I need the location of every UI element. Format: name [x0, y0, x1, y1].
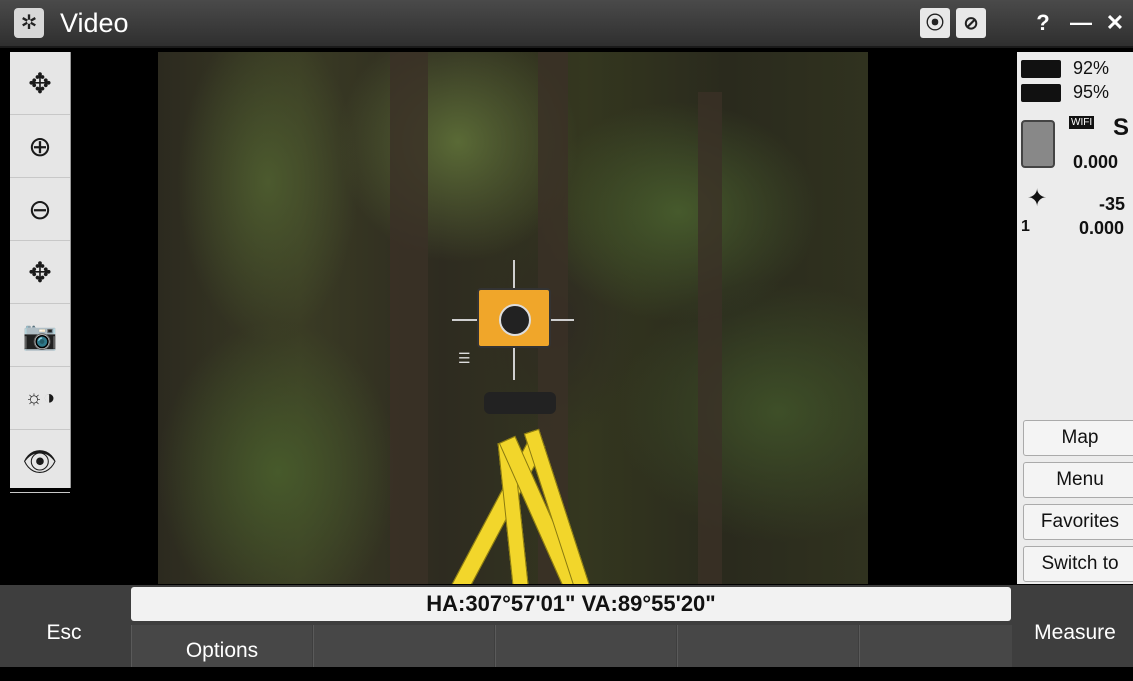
target-offset: -35: [1099, 194, 1126, 214]
options-button[interactable]: Options: [131, 625, 312, 667]
close-button[interactable]: ✕: [1100, 8, 1130, 38]
instrument-value: 0.000: [1073, 152, 1119, 172]
battery-icon: [1021, 84, 1061, 103]
target-value: 0.000: [1079, 218, 1125, 238]
instrument-icon[interactable]: [1021, 120, 1055, 168]
wifi-badge: WIFI: [1069, 116, 1095, 129]
brightness-contrast-icon[interactable]: ☼◑: [10, 367, 70, 430]
pan-icon[interactable]: ✥: [10, 241, 70, 304]
target-marker-icon: ☰: [458, 350, 471, 366]
status-panel: 92% 95% WIFI S 0.000 ✦ -35 1 0.000 Map M…: [1017, 52, 1133, 584]
favorites-button[interactable]: Favorites: [1023, 504, 1133, 540]
zoom-out-icon[interactable]: ⊖: [10, 178, 70, 241]
help-button[interactable]: ?: [1028, 8, 1058, 38]
battery-icon: [1021, 60, 1061, 79]
target-lock-icon[interactable]: ⦿: [920, 8, 950, 38]
eye-icon[interactable]: 👁: [10, 430, 70, 493]
target-number: 1: [1021, 218, 1030, 235]
softkey-3[interactable]: [495, 625, 676, 667]
no-entry-icon[interactable]: ⊘: [956, 8, 986, 38]
instrument-letter: S: [1113, 114, 1130, 141]
switch-to-button[interactable]: Switch to: [1023, 546, 1133, 582]
prism-target: [477, 288, 551, 348]
zoom-in-icon[interactable]: ⊕: [10, 115, 70, 178]
menu-button[interactable]: Menu: [1023, 462, 1133, 498]
map-button[interactable]: Map: [1023, 420, 1133, 456]
app-logo-icon[interactable]: ✲: [14, 8, 44, 38]
softkey-4[interactable]: [677, 625, 858, 667]
softkey-2[interactable]: [313, 625, 494, 667]
title-bar: ✲ Video ⦿ ⊘ ? — ✕: [0, 0, 1133, 48]
pan-zoom-icon[interactable]: ✥: [10, 52, 70, 115]
video-toolbar: ✥ ⊕ ⊖ ✥ 📷 ☼◑ 👁: [10, 52, 71, 493]
softkey-5[interactable]: [859, 625, 1012, 667]
angle-readout: HA:307°57'01" VA:89°55'20": [131, 587, 1011, 621]
window-title: Video: [60, 8, 129, 38]
battery-1: 92%: [1021, 58, 1109, 79]
esc-button[interactable]: Esc: [0, 585, 128, 667]
target-icon[interactable]: ✦: [1027, 184, 1047, 213]
battery-2: 95%: [1021, 82, 1109, 103]
measure-button[interactable]: Measure: [1017, 585, 1133, 667]
camera-icon[interactable]: 📷: [10, 304, 70, 367]
minimize-button[interactable]: —: [1066, 8, 1096, 38]
